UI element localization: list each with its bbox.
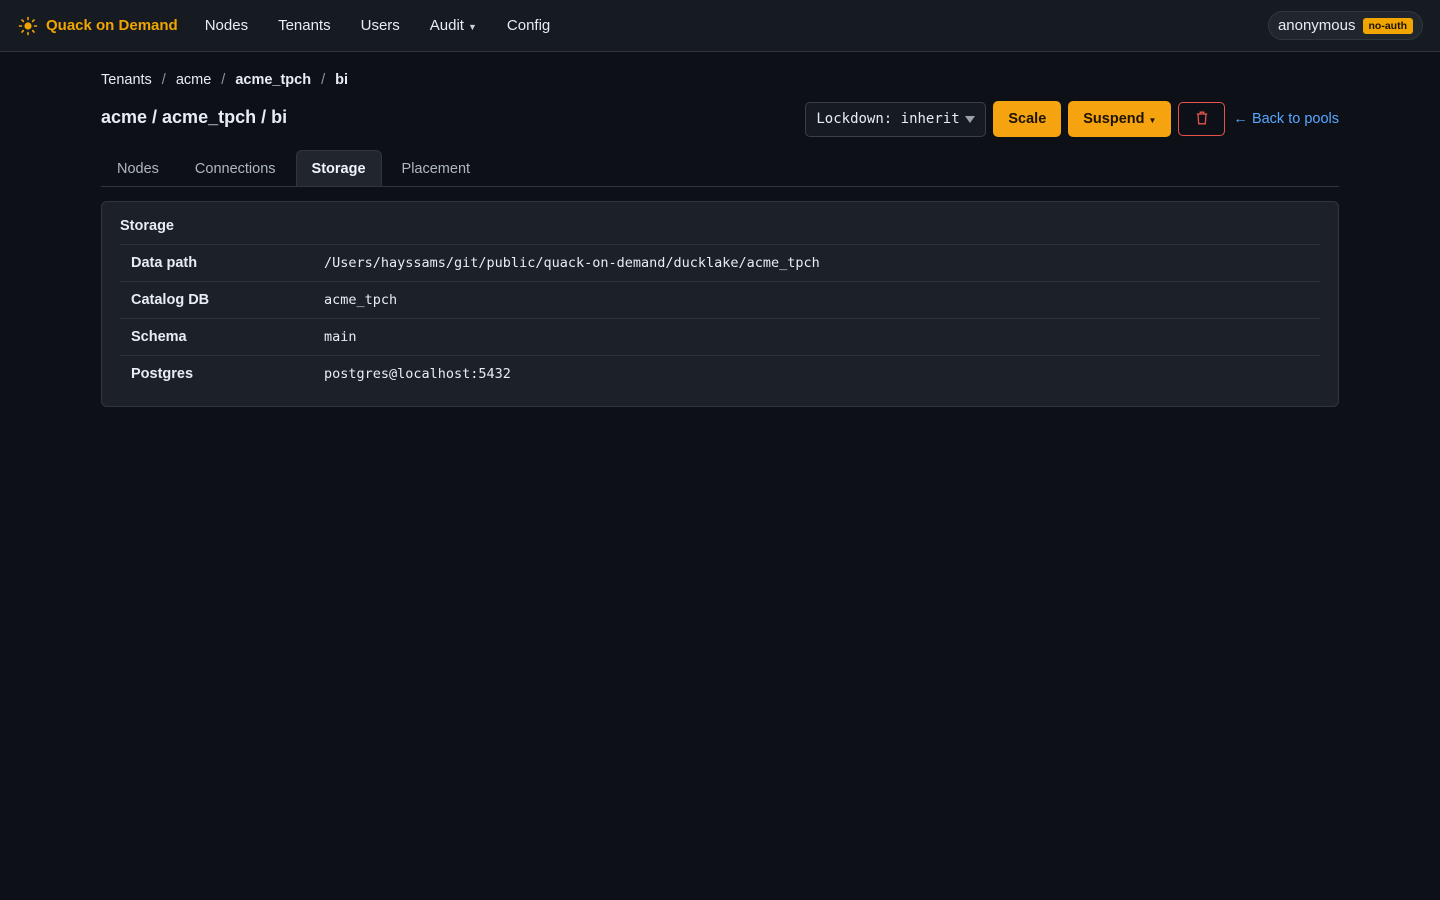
brand-name: Quack on Demand (46, 17, 178, 34)
lockdown-select[interactable]: Lockdown: inherit (805, 101, 987, 137)
suspend-label: Suspend (1083, 111, 1145, 127)
nav-config-label: Config (506, 17, 551, 34)
kv-value: main (324, 329, 357, 345)
suspend-button[interactable]: Suspend ▼ (1068, 101, 1172, 137)
lockdown-value: Lockdown: inherit (816, 111, 960, 127)
delete-button[interactable] (1178, 102, 1226, 136)
kv-row-data-path: Data path /Users/hayssams/git/public/qua… (120, 244, 1320, 281)
caret-down-icon: ▼ (1148, 115, 1157, 125)
tab-label: Storage (311, 160, 366, 177)
nav-nodes[interactable]: Nodes (190, 17, 263, 34)
kv-value: acme_tpch (324, 292, 398, 308)
user-name: anonymous (1277, 17, 1356, 34)
kv-key: Postgres (131, 366, 194, 382)
kv-key: Data path (131, 255, 198, 271)
kv-row-schema: Schema main (120, 318, 1320, 355)
tab-connections[interactable]: Connections (179, 150, 292, 186)
trash-icon (1196, 111, 1208, 128)
back-to-pools-link[interactable]: ← Back to pools (1233, 111, 1339, 127)
kv-key: Schema (131, 329, 187, 345)
scale-label: Scale (1008, 111, 1047, 127)
storage-card: Storage Data path /Users/hayssams/git/pu… (101, 201, 1339, 407)
tab-nodes[interactable]: Nodes (101, 150, 175, 186)
top-navbar: Quack on Demand Nodes Tenants Users Audi… (0, 0, 1440, 52)
breadcrumb-acme[interactable]: acme (176, 72, 211, 88)
tab-bar: Nodes Connections Storage Placement (101, 150, 1339, 187)
nav-audit-dropdown[interactable]: Audit ▼ (415, 17, 492, 34)
nav-tenants[interactable]: Tenants (263, 17, 346, 34)
breadcrumb-separator: / (161, 72, 166, 88)
caret-down-icon: ▼ (467, 21, 477, 32)
kv-value: postgres@localhost:5432 (324, 366, 511, 382)
breadcrumb-tenants[interactable]: Tenants (101, 72, 152, 88)
kv-row-catalog-db: Catalog DB acme_tpch (120, 281, 1320, 318)
breadcrumb-bi: bi (335, 72, 349, 88)
kv-row-postgres: Postgres postgres@localhost:5432 (120, 355, 1320, 392)
kv-value: /Users/hayssams/git/public/quack-on-dema… (324, 255, 820, 271)
scale-button[interactable]: Scale (993, 101, 1062, 137)
nav-users[interactable]: Users (346, 17, 415, 34)
tab-placement[interactable]: Placement (386, 150, 487, 186)
page-title: acme / acme_tpch / bi (101, 107, 288, 127)
user-menu[interactable]: anonymous no-auth (1267, 11, 1423, 40)
nav-audit-label: Audit (429, 17, 464, 34)
breadcrumb-separator: / (221, 72, 226, 88)
brand-link[interactable]: Quack on Demand (18, 16, 178, 36)
nav-users-label: Users (360, 17, 400, 34)
breadcrumb: Tenants / acme / acme_tpch / bi (101, 72, 1339, 88)
sun-icon (18, 16, 38, 36)
action-bar: Lockdown: inherit Scale Suspend ▼ ← Back… (805, 101, 1339, 137)
nav-nodes-label: Nodes (204, 17, 249, 34)
breadcrumb-separator: / (321, 72, 326, 88)
main-content: Tenants / acme / acme_tpch / bi acme / a… (101, 52, 1339, 407)
breadcrumb-acme-tpch[interactable]: acme_tpch (235, 72, 311, 88)
tab-label: Nodes (117, 160, 159, 177)
auth-badge: no-auth (1362, 17, 1413, 34)
tab-label: Placement (401, 160, 471, 177)
nav-tenants-label: Tenants (278, 17, 331, 34)
kv-key: Catalog DB (131, 292, 210, 308)
dropdown-arrow-icon (965, 115, 976, 123)
nav-config[interactable]: Config (492, 17, 565, 34)
page-header: acme / acme_tpch / bi Lockdown: inherit … (101, 101, 1339, 154)
tab-label: Connections (194, 160, 276, 177)
tab-storage[interactable]: Storage (295, 150, 382, 186)
card-title: Storage (120, 218, 174, 234)
